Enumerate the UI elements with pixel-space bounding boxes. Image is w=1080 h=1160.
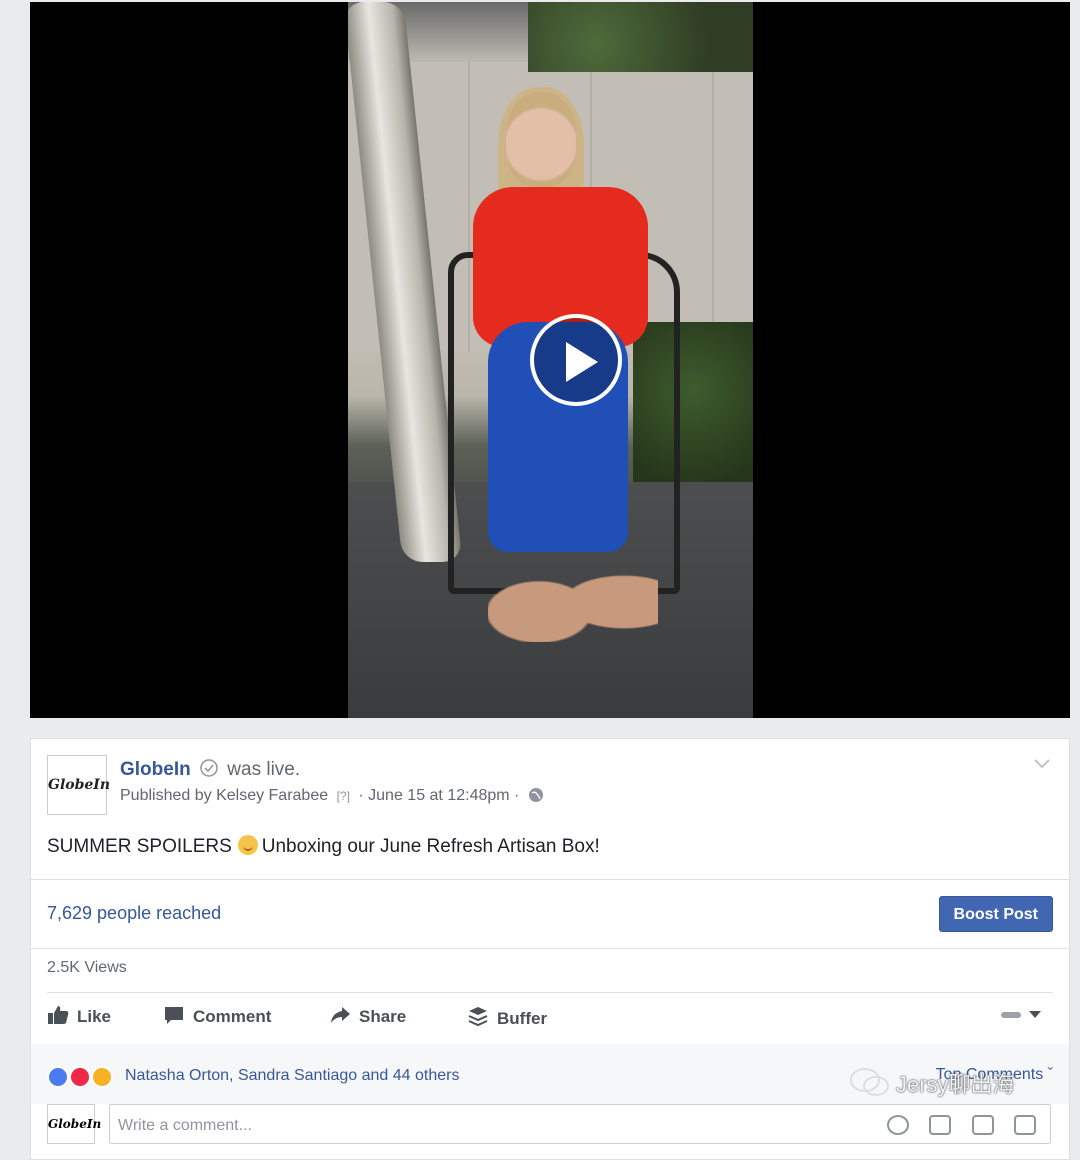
comment-composer: GlobeIn Write a comment... bbox=[47, 1104, 1053, 1146]
likers-link[interactable]: Natasha Orton, Sandra Santiago and 44 ot… bbox=[125, 1067, 459, 1085]
page-name-link[interactable]: GlobeIn bbox=[120, 759, 191, 780]
post-meta: Published by Kelsey Farabee [?] · June 1… bbox=[120, 787, 544, 808]
buffer-button[interactable]: Buffer bbox=[467, 1005, 547, 1029]
emoji-icon[interactable] bbox=[886, 1115, 909, 1135]
love-reaction-icon bbox=[69, 1066, 91, 1088]
camera-icon[interactable] bbox=[929, 1115, 952, 1135]
boost-post-button[interactable]: Boost Post bbox=[938, 896, 1053, 932]
post-date[interactable]: · June 15 at 12:48pm · bbox=[358, 787, 519, 804]
buffer-icon bbox=[468, 1007, 488, 1027]
post-text-start: SUMMER SPOILERS bbox=[47, 836, 232, 857]
share-button[interactable]: Share bbox=[329, 1005, 406, 1027]
buffer-label: Buffer bbox=[497, 1009, 548, 1028]
was-live-text: was live. bbox=[227, 759, 301, 780]
divider bbox=[31, 879, 1069, 880]
like-reaction-icon bbox=[47, 1066, 69, 1088]
globe-icon bbox=[528, 787, 544, 808]
published-by[interactable]: Published by Kelsey Farabee bbox=[120, 787, 328, 804]
divider bbox=[47, 992, 1053, 993]
wow-reaction-icon bbox=[91, 1066, 113, 1088]
video-player[interactable] bbox=[30, 2, 1070, 718]
watermark-text: Jersy聊出海 bbox=[896, 1072, 1015, 1097]
avatar: GlobeIn bbox=[47, 1104, 101, 1144]
comment-button[interactable]: Comment bbox=[163, 1005, 271, 1027]
post-header: GlobeIn was live. bbox=[120, 759, 300, 783]
help-marker[interactable]: [?] bbox=[337, 789, 350, 803]
post-text-end: Unboxing our June Refresh Artisan Box! bbox=[261, 836, 600, 857]
comment-tools bbox=[871, 1115, 1036, 1140]
comment-placeholder: Write a comment... bbox=[118, 1117, 252, 1134]
like-icon bbox=[48, 1006, 69, 1024]
share-label: Share bbox=[359, 1007, 407, 1026]
emoji-icon bbox=[237, 835, 258, 855]
play-button[interactable] bbox=[530, 314, 622, 406]
gif-icon[interactable] bbox=[971, 1115, 994, 1135]
comment-label: Comment bbox=[193, 1007, 272, 1026]
like-label: Like bbox=[77, 1007, 112, 1026]
wechat-icon bbox=[850, 1068, 889, 1096]
views-count[interactable]: 2.5K Views bbox=[47, 959, 127, 977]
play-icon bbox=[566, 342, 598, 382]
like-button[interactable]: Like bbox=[47, 1005, 111, 1027]
chevron-down-icon bbox=[1001, 1011, 1041, 1018]
divider bbox=[31, 948, 1069, 949]
comment-icon bbox=[165, 1007, 183, 1024]
people-reached-link[interactable]: 7,629 people reached bbox=[47, 903, 221, 924]
comment-input[interactable]: Write a comment... bbox=[109, 1104, 1051, 1144]
share-as-dropdown[interactable] bbox=[1001, 1009, 1041, 1024]
page-logo[interactable]: GlobeIn bbox=[47, 755, 110, 815]
share-icon bbox=[331, 1007, 350, 1023]
sticker-icon[interactable] bbox=[1014, 1115, 1036, 1135]
verified-icon bbox=[200, 759, 218, 783]
watermark: Jersy聊出海 bbox=[848, 1066, 1015, 1099]
chevron-down-icon[interactable] bbox=[1033, 757, 1051, 775]
post-text: SUMMER SPOILERS Unboxing our June Refresh… bbox=[47, 835, 600, 858]
